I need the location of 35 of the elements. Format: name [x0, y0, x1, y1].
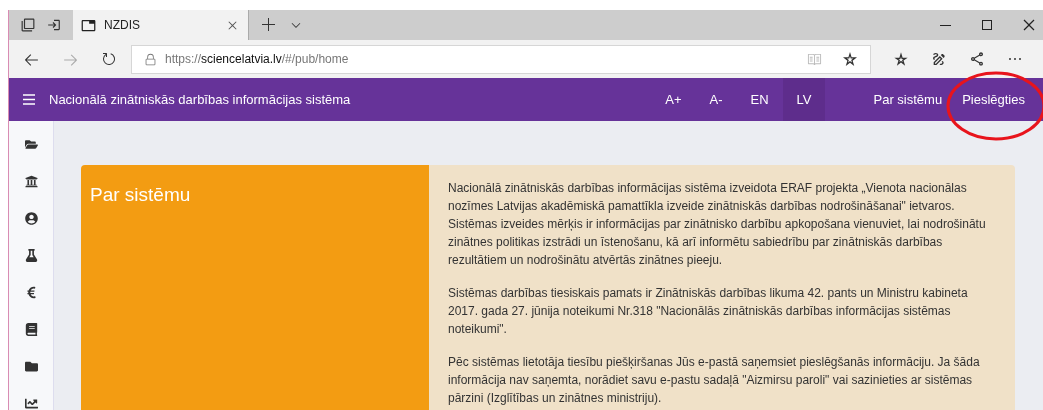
- address-field[interactable]: https://sciencelatvia.lv/#/pub/home: [131, 44, 871, 74]
- pen-icon[interactable]: [931, 51, 947, 67]
- tab-title: NZDIS: [104, 17, 141, 34]
- plus-icon[interactable]: [261, 17, 277, 33]
- building-icon[interactable]: [24, 175, 38, 188]
- font-size-button[interactable]: A-: [695, 78, 737, 121]
- paragraph: Nacionālā zinātniskās darbības informācijas sistēma izveidota ERAF projekta „Vienota nacionālas nozīmes Latvijas akadēmiskā pamattīkla izveide zinātniskās darbības nodrošināšanai" ietvaros. Sistēmas izveides mērķis ir informācijas par zinātnisko darbību apkopošana vienuviet, lai nodrošinātu zinātnes politikas izstrādi un īstenošanu, kā arī informētu sabiedrību par zinātniskās darbības rezultātiem un nodrošinātu atvērtās zinātnes pieeju.: [448, 180, 987, 269]
- star-icon[interactable]: [842, 51, 858, 67]
- refresh-icon[interactable]: [101, 51, 117, 67]
- tab-aside-icon[interactable]: [47, 18, 61, 32]
- user-icon[interactable]: [24, 212, 38, 225]
- url-text: https://sciencelatvia.lv/#/pub/home: [165, 51, 350, 68]
- close-icon[interactable]: [1021, 17, 1037, 33]
- paragraph: Pēc sistēmas lietotāja tiesību piešķiršanas Jūs e-pastā saņemsiet pieslēgšanās informāciju. Ja šāda informācija nav saņemta, norādiet savu e-pastu sadaļā "Aizmirsu paroli" vai sazinieties ar sistēmas pārzini (Izglītības un zinātnes ministriju).: [448, 354, 981, 407]
- share-icon[interactable]: [969, 51, 985, 67]
- chart-icon[interactable]: [24, 397, 38, 410]
- folder-icon[interactable]: [24, 360, 38, 373]
- card-title: Par sistēmu: [90, 183, 192, 207]
- menu-icon[interactable]: [23, 94, 35, 105]
- maximize-icon[interactable]: [979, 17, 995, 33]
- language-button[interactable]: EN: [736, 78, 783, 121]
- browser-tab[interactable]: NZDIS: [73, 10, 248, 40]
- font-size-button[interactable]: A+: [651, 78, 696, 121]
- nav-link[interactable]: Par sistēmu: [865, 78, 951, 121]
- app-title: Nacionālā zinātniskās darbības informācijas sistēma: [49, 90, 352, 109]
- euro-icon[interactable]: [24, 286, 38, 299]
- favorites-icon[interactable]: [893, 51, 909, 67]
- folder-icon[interactable]: [24, 138, 38, 151]
- book-icon[interactable]: [24, 323, 38, 336]
- lock-icon: [144, 52, 157, 66]
- language-button[interactable]: LV: [782, 78, 826, 121]
- paragraph: Sistēmas darbības tiesiskais pamats ir Zinātniskās darbības likuma 42. pants un Ministru kabineta 2017. gada 27. jūnija noteikumi Nr.318 "Nacionālās zinātniskās darbības informācijas sistēmas noteikumi".: [448, 285, 969, 338]
- flask-icon[interactable]: [24, 249, 38, 262]
- tabs-icon[interactable]: [21, 18, 35, 32]
- page-icon: [81, 17, 96, 33]
